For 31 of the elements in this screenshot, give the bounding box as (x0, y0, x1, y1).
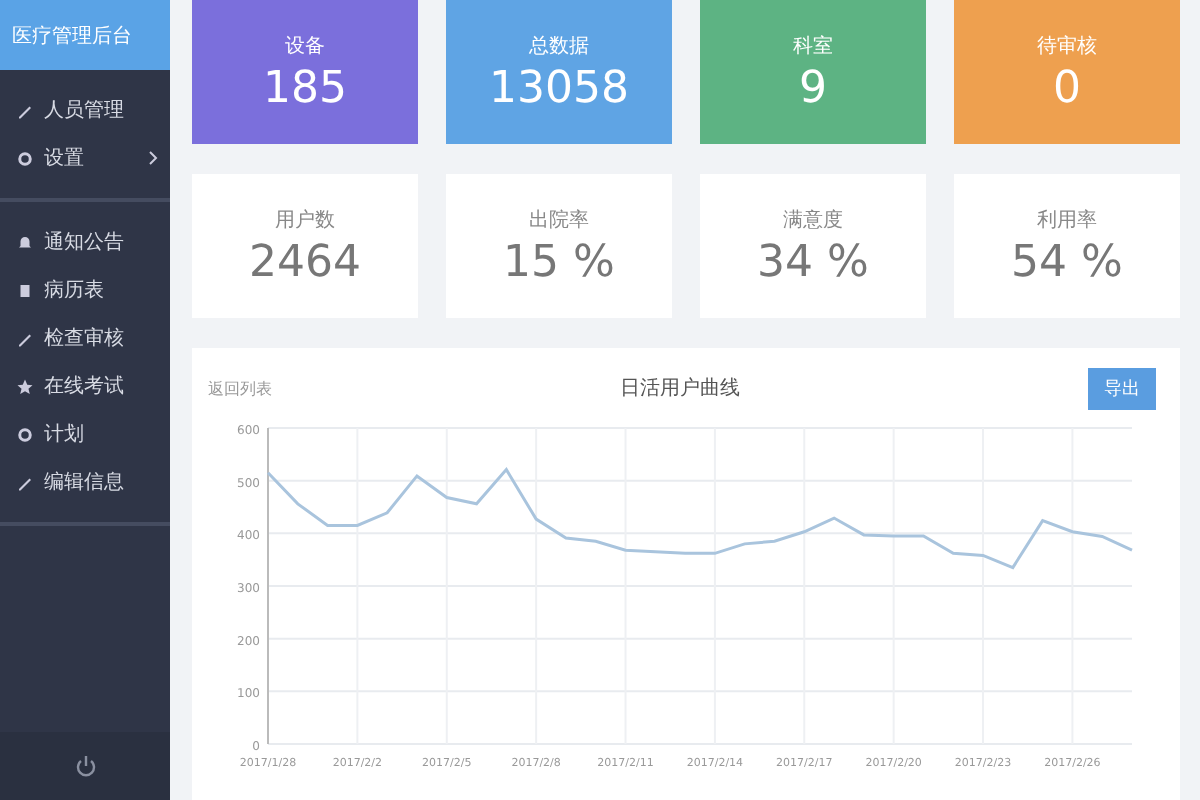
app-title: 医疗管理后台 (0, 0, 170, 70)
stat-value: 9 (799, 63, 827, 113)
stat-label: 设备 (285, 33, 325, 59)
stat-label: 用户数 (275, 207, 335, 233)
stat-value: 54 % (1011, 237, 1123, 287)
stat-label: 科室 (793, 33, 833, 59)
sidebar-item[interactable]: 编辑信息 (0, 462, 170, 502)
stat-value: 13058 (489, 63, 629, 113)
file-icon (16, 281, 34, 299)
stat-label: 出院率 (529, 207, 589, 233)
sidebar-item[interactable]: 在线考试 (0, 366, 170, 406)
sidebar-item[interactable]: 检查审核 (0, 318, 170, 358)
sidebar-item[interactable]: 通知公告 (0, 222, 170, 262)
sidebar-item[interactable]: 设置 (0, 138, 170, 178)
stat-value: 0 (1053, 63, 1081, 113)
power-icon[interactable] (73, 754, 97, 778)
stat-label: 满意度 (783, 207, 843, 233)
stat-value: 185 (263, 63, 347, 113)
sidebar-item[interactable]: 人员管理 (0, 90, 170, 130)
stat-label: 待审核 (1037, 33, 1097, 59)
stat-label: 利用率 (1037, 207, 1097, 233)
bell-icon (16, 233, 34, 251)
star-icon (16, 377, 34, 395)
chevron-icon (148, 150, 158, 166)
stat-label: 总数据 (529, 33, 589, 59)
stat-value: 15 % (503, 237, 615, 287)
stat-value: 2464 (249, 237, 361, 287)
stat-value: 34 % (757, 237, 869, 287)
chart-title: 日活用户曲线 (620, 375, 740, 402)
sidebar-item[interactable]: 病历表 (0, 270, 170, 310)
sidebar-item[interactable]: 计划 (0, 414, 170, 454)
